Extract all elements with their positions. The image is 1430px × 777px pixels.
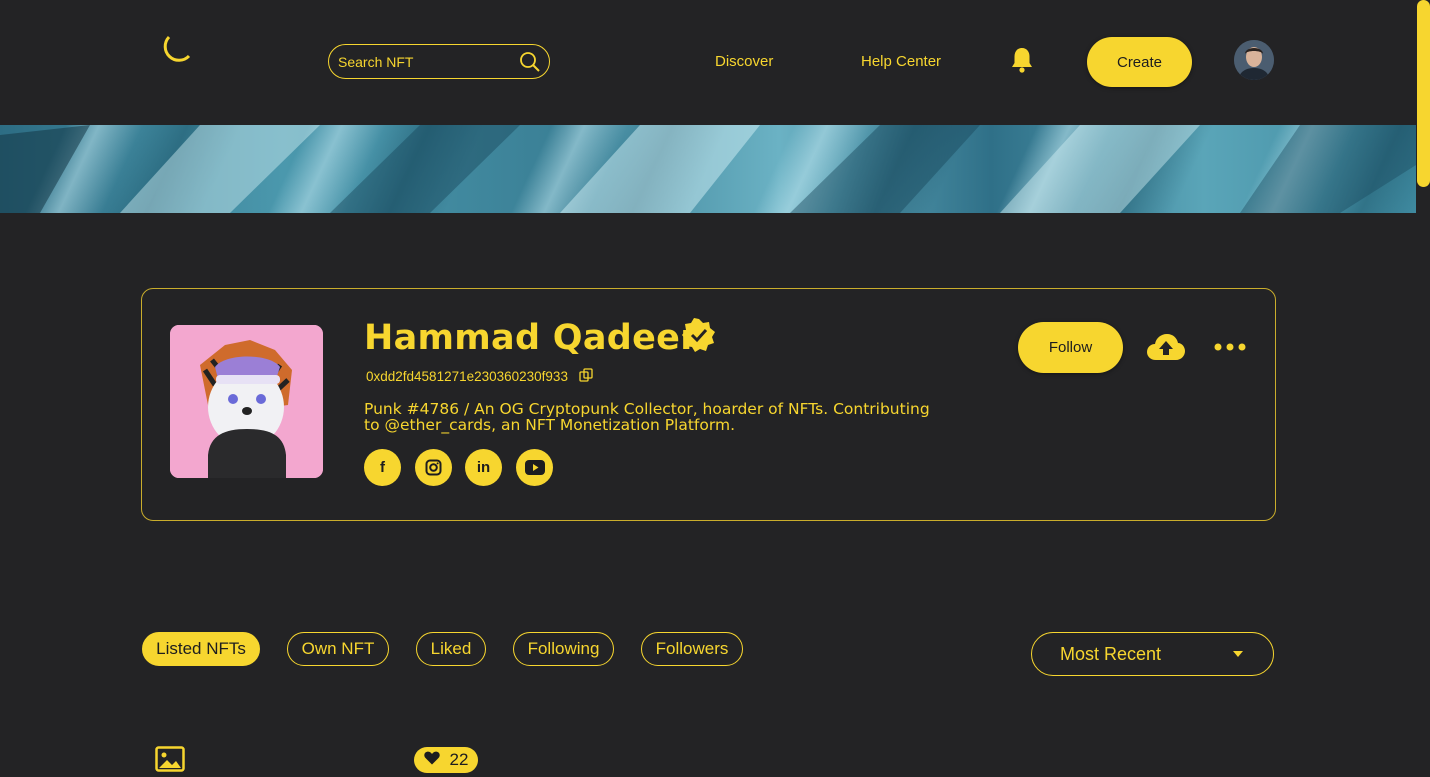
tab-listed-nfts[interactable]: Listed NFTs	[142, 632, 260, 666]
tab-following[interactable]: Following	[513, 632, 614, 666]
wallet-address: 0xdd2fd4581271e230360230f933	[366, 369, 568, 384]
copy-icon[interactable]	[579, 368, 594, 383]
likes-count: 22	[449, 750, 469, 769]
profile-bio: Punk #4786 / An OG Cryptopunk Collector,…	[364, 400, 930, 434]
chevron-down-icon	[1233, 651, 1243, 657]
sort-selected-value: Most Recent	[1060, 643, 1162, 664]
tab-own-nft[interactable]: Own NFT	[287, 632, 389, 666]
nav-discover[interactable]: Discover	[715, 53, 773, 70]
nav-help-center[interactable]: Help Center	[861, 53, 941, 70]
search-icon[interactable]	[519, 51, 541, 73]
profile-nft-image	[170, 325, 323, 478]
create-button[interactable]: Create	[1087, 37, 1192, 87]
image-icon	[155, 746, 185, 772]
cloud-upload-icon[interactable]	[1147, 333, 1185, 363]
likes-badge[interactable]: 22	[414, 747, 478, 773]
facebook-icon[interactable]: f	[364, 449, 401, 486]
user-avatar[interactable]	[1234, 40, 1274, 80]
follow-button[interactable]: Follow	[1018, 322, 1123, 373]
verified-badge-icon	[682, 318, 716, 352]
tab-liked[interactable]: Liked	[416, 632, 486, 666]
search-input[interactable]	[338, 53, 519, 70]
profile-banner-image	[0, 125, 1416, 213]
youtube-icon[interactable]	[516, 449, 553, 486]
instagram-icon[interactable]	[415, 449, 452, 486]
heart-icon	[423, 750, 440, 770]
more-dots-icon[interactable]	[1213, 340, 1247, 354]
linkedin-icon[interactable]: in	[465, 449, 502, 486]
sort-dropdown[interactable]: Most Recent	[1031, 632, 1274, 676]
bell-icon[interactable]	[1010, 46, 1034, 74]
profile-name: Hammad Qadeer	[364, 318, 698, 358]
tab-followers[interactable]: Followers	[641, 632, 743, 666]
search-bar[interactable]	[328, 44, 550, 79]
scrollbar-thumb[interactable]	[1417, 0, 1430, 187]
crescent-moon-logo-icon[interactable]	[147, 34, 193, 76]
